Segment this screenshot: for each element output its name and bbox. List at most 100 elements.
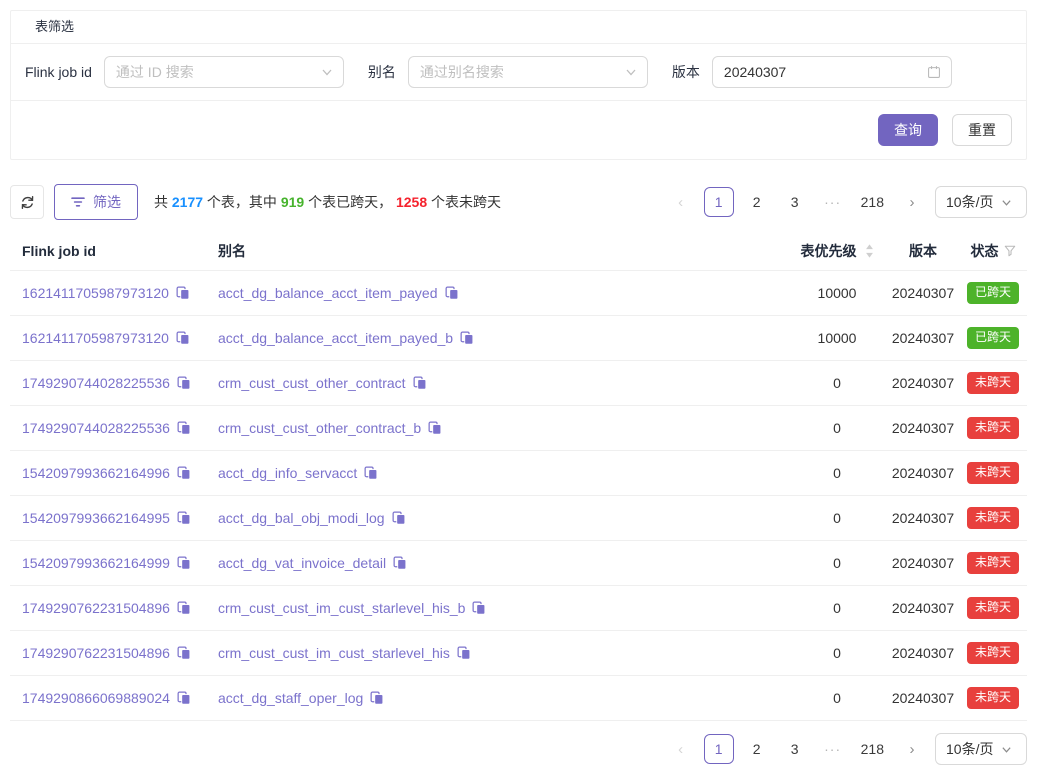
version-label: 版本 [672, 62, 700, 82]
status-badge: 未跨天 [967, 597, 1019, 619]
pagination-page-3[interactable]: 3 [780, 734, 810, 764]
table-body: 1621411705987973120 acct_dg_balance_acct… [10, 271, 1027, 721]
job-id-link[interactable]: 1749290744028225536 [22, 420, 170, 436]
query-button[interactable]: 查询 [878, 114, 938, 146]
version-cell: 20240307 [887, 330, 959, 346]
copy-icon[interactable] [176, 286, 190, 300]
priority-cell: 0 [787, 465, 887, 481]
pagination-next-icon[interactable]: › [897, 187, 927, 217]
flink-job-id-select[interactable]: 通过 ID 搜索 [104, 56, 344, 88]
job-id-link[interactable]: 1621411705987973120 [22, 330, 169, 346]
copy-icon[interactable] [460, 331, 474, 345]
reset-button[interactable]: 重置 [952, 114, 1012, 146]
table-row: 1749290744028225536 crm_cust_cust_other_… [10, 406, 1027, 451]
column-header-version: 版本 [887, 241, 959, 261]
alias-link[interactable]: crm_cust_cust_im_cust_starlevel_his_b [218, 600, 465, 616]
alias-label: 别名 [368, 62, 396, 82]
page-size-select[interactable]: 10条/页 [935, 186, 1027, 218]
priority-cell: 0 [787, 555, 887, 571]
copy-icon[interactable] [177, 376, 191, 390]
alias-select[interactable]: 通过别名搜索 [408, 56, 648, 88]
status-badge: 未跨天 [967, 687, 1019, 709]
pagination-page-218[interactable]: 218 [856, 734, 889, 764]
field-alias: 别名 通过别名搜索 [368, 56, 648, 88]
job-id-link[interactable]: 1542097993662164996 [22, 465, 170, 481]
pagination-page-1[interactable]: 1 [704, 734, 734, 764]
copy-icon[interactable] [177, 646, 191, 660]
copy-icon[interactable] [176, 331, 190, 345]
column-header-priority[interactable]: 表优先级 [787, 241, 887, 261]
copy-icon[interactable] [177, 421, 191, 435]
version-date-value: 20240307 [724, 64, 786, 80]
copy-icon[interactable] [457, 646, 471, 660]
job-id-link[interactable]: 1542097993662164995 [22, 510, 170, 526]
column-header-status[interactable]: 状态 [959, 241, 1027, 261]
copy-icon[interactable] [393, 556, 407, 570]
job-id-link[interactable]: 1542097993662164999 [22, 555, 170, 571]
table: Flink job id 别名 表优先级 版本 状态 [10, 232, 1027, 721]
alias-placeholder: 通过别名搜索 [420, 62, 504, 82]
table-row: 1749290762231504896 crm_cust_cust_im_cus… [10, 631, 1027, 676]
copy-icon[interactable] [472, 601, 486, 615]
job-id-link[interactable]: 1749290744028225536 [22, 375, 170, 391]
alias-link[interactable]: acct_dg_bal_obj_modi_log [218, 510, 385, 526]
table-header: Flink job id 别名 表优先级 版本 状态 [10, 232, 1027, 271]
page-size-select[interactable]: 10条/页 [935, 733, 1027, 765]
status-badge: 未跨天 [967, 507, 1019, 529]
version-cell: 20240307 [887, 420, 959, 436]
pagination: ‹123···218› [666, 187, 927, 217]
alias-link[interactable]: acct_dg_info_servacct [218, 465, 357, 481]
status-badge: 未跨天 [967, 417, 1019, 439]
table-count-summary: 共 2177 个表，其中 919 个表已跨天， 1258 个表未跨天 [154, 192, 501, 212]
job-id-link[interactable]: 1749290762231504896 [22, 645, 170, 661]
version-cell: 20240307 [887, 375, 959, 391]
version-cell: 20240307 [887, 645, 959, 661]
pagination-page-2[interactable]: 2 [742, 187, 772, 217]
status-badge: 未跨天 [967, 462, 1019, 484]
filter-card: 表筛选 Flink job id 通过 ID 搜索 别名 通过别名搜索 [10, 10, 1027, 160]
job-id-link[interactable]: 1621411705987973120 [22, 285, 169, 301]
copy-icon[interactable] [177, 466, 191, 480]
priority-cell: 0 [787, 690, 887, 706]
table-row: 1621411705987973120 acct_dg_balance_acct… [10, 271, 1027, 316]
alias-link[interactable]: crm_cust_cust_other_contract_b [218, 420, 421, 436]
copy-icon[interactable] [413, 376, 427, 390]
alias-link[interactable]: acct_dg_balance_acct_item_payed_b [218, 330, 453, 346]
pagination-page-218[interactable]: 218 [856, 187, 889, 217]
copy-icon[interactable] [364, 466, 378, 480]
priority-cell: 0 [787, 645, 887, 661]
copy-icon[interactable] [392, 511, 406, 525]
copy-icon[interactable] [428, 421, 442, 435]
column-header-alias: 别名 [206, 241, 787, 261]
alias-link[interactable]: acct_dg_staff_oper_log [218, 690, 363, 706]
pagination-prev-icon[interactable]: ‹ [666, 187, 696, 217]
version-date-input[interactable]: 20240307 [712, 56, 952, 88]
pagination-next-icon[interactable]: › [897, 734, 927, 764]
copy-icon[interactable] [177, 511, 191, 525]
copy-icon[interactable] [370, 691, 384, 705]
alias-link[interactable]: crm_cust_cust_other_contract [218, 375, 406, 391]
pagination-page-3[interactable]: 3 [780, 187, 810, 217]
alias-link[interactable]: crm_cust_cust_im_cust_starlevel_his [218, 645, 450, 661]
alias-link[interactable]: acct_dg_balance_acct_item_payed [218, 285, 438, 301]
pagination-page-2[interactable]: 2 [742, 734, 772, 764]
copy-icon[interactable] [177, 691, 191, 705]
pagination-page-1[interactable]: 1 [704, 187, 734, 217]
chevron-down-icon [625, 66, 637, 78]
sorter-icon[interactable] [865, 244, 874, 258]
pagination-prev-icon[interactable]: ‹ [666, 734, 696, 764]
total-count: 2177 [172, 194, 203, 210]
uncrossed-count: 1258 [396, 194, 427, 210]
copy-icon[interactable] [445, 286, 459, 300]
table-row: 1542097993662164996 acct_dg_info_servacc… [10, 451, 1027, 496]
copy-icon[interactable] [177, 556, 191, 570]
job-id-link[interactable]: 1749290866069889024 [22, 690, 170, 706]
job-id-link[interactable]: 1749290762231504896 [22, 600, 170, 616]
funnel-filter-icon[interactable] [1004, 245, 1016, 257]
field-version: 版本 20240307 [672, 56, 952, 88]
refresh-button[interactable] [10, 185, 44, 219]
filter-drawer-button[interactable]: 筛选 [54, 184, 138, 220]
alias-link[interactable]: acct_dg_vat_invoice_detail [218, 555, 386, 571]
filter-form: Flink job id 通过 ID 搜索 别名 通过别名搜索 [11, 44, 1026, 101]
copy-icon[interactable] [177, 601, 191, 615]
